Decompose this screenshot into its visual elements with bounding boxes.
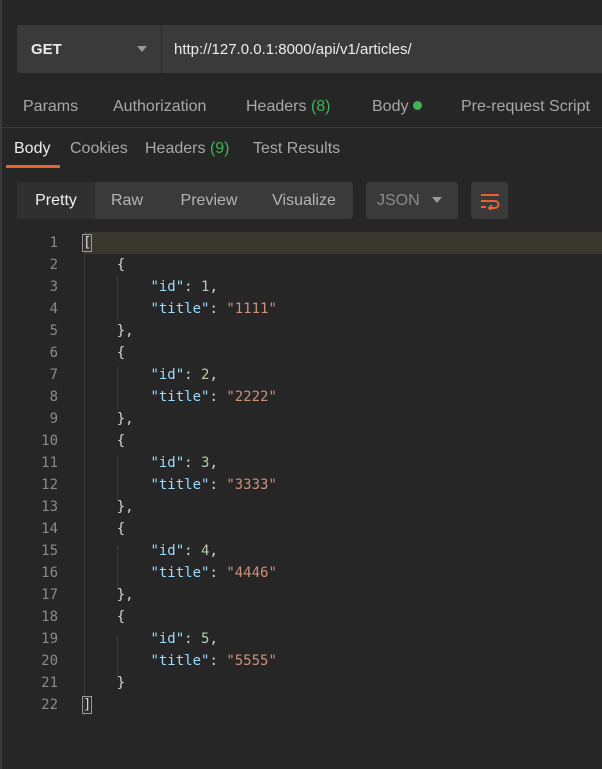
method-label: GET <box>31 40 62 58</box>
green-dot-icon <box>413 101 423 110</box>
close-bracket: ] <box>81 696 93 714</box>
json-value-title: "4446" <box>226 565 277 581</box>
code-line: 1[ <box>0 232 602 254</box>
line-number: 20 <box>41 653 58 669</box>
code-line: 10 { <box>0 430 602 452</box>
json-key: "id" <box>150 455 185 471</box>
line-number: 18 <box>41 609 58 625</box>
json-key: "title" <box>150 301 210 317</box>
json-value-title: "1111" <box>226 301 277 317</box>
tab-params[interactable]: Params <box>23 98 78 116</box>
json-key: "title" <box>150 477 210 493</box>
code-line: 17 }, <box>0 584 602 606</box>
code-line: 3 "id": 1, <box>0 276 602 298</box>
code-line: 11 "id": 3, <box>0 452 602 474</box>
format-label: JSON <box>377 191 420 209</box>
chevron-down-icon <box>432 197 442 203</box>
wrap-lines-icon <box>480 193 499 210</box>
line-number: 15 <box>41 543 58 559</box>
request-bar: GET <box>17 25 602 73</box>
raw-button[interactable]: Raw <box>111 182 143 219</box>
line-number: 5 <box>49 323 58 339</box>
tab-body[interactable]: Body <box>372 98 423 116</box>
code-line: 9 }, <box>0 408 602 430</box>
headers-count: (8) <box>310 98 331 115</box>
line-number: 1 <box>49 235 58 251</box>
request-tabs: Params Authorization Headers (8) Body Pr… <box>0 88 602 128</box>
code-line: 5 }, <box>0 320 602 342</box>
json-key: "id" <box>150 631 185 647</box>
line-number: 11 <box>41 455 58 471</box>
json-value-title: "5555" <box>226 653 277 669</box>
line-number: 13 <box>41 499 58 515</box>
code-line: 15 "id": 4, <box>0 540 602 562</box>
code-line: 20 "title": "5555" <box>0 650 602 672</box>
code-line: 22] <box>0 694 602 716</box>
tab-authorization[interactable]: Authorization <box>113 98 206 116</box>
line-number: 7 <box>49 367 58 383</box>
postman-window: GET Params Authorization Headers (8) Bod… <box>0 0 602 769</box>
preview-button[interactable]: Preview <box>180 182 238 219</box>
tab-headers-label: Headers <box>246 98 307 115</box>
line-number: 14 <box>41 521 58 537</box>
visualize-button[interactable]: Visualize <box>272 182 336 219</box>
code-line: 8 "title": "2222" <box>0 386 602 408</box>
json-key: "id" <box>150 543 185 559</box>
code-line: 21 } <box>0 672 602 694</box>
code-line: 7 "id": 2, <box>0 364 602 386</box>
view-mode-group: Pretty Raw Preview Visualize <box>17 182 353 219</box>
tab-test-results[interactable]: Test Results <box>253 140 340 158</box>
json-key: "id" <box>150 367 185 383</box>
tab-response-headers[interactable]: Headers (9) <box>145 140 230 158</box>
json-key: "title" <box>150 389 210 405</box>
format-select[interactable]: JSON <box>366 182 458 219</box>
tab-prerequest-script[interactable]: Pre-request Script <box>461 98 590 116</box>
line-number: 2 <box>49 257 58 273</box>
line-number: 6 <box>49 345 58 361</box>
line-number: 17 <box>41 587 58 603</box>
json-key: "title" <box>150 653 210 669</box>
line-number: 4 <box>49 301 58 317</box>
line-number: 22 <box>41 697 58 713</box>
line-number: 8 <box>49 389 58 405</box>
line-number: 10 <box>41 433 58 449</box>
json-key: "title" <box>150 565 210 581</box>
line-number: 16 <box>41 565 58 581</box>
response-body-editor[interactable]: 1[ 2 { 3 "id": 1, 4 "title": "1111" 5 },… <box>0 232 602 732</box>
code-line: 13 }, <box>0 496 602 518</box>
method-select[interactable]: GET <box>17 25 162 73</box>
code-line: 18 { <box>0 606 602 628</box>
code-line: 12 "title": "3333" <box>0 474 602 496</box>
code-line: 6 { <box>0 342 602 364</box>
wrap-lines-button[interactable] <box>471 182 508 219</box>
open-bracket: [ <box>81 234 93 252</box>
url-input[interactable] <box>162 25 602 73</box>
line-number: 3 <box>49 279 58 295</box>
code-line: 2 { <box>0 254 602 276</box>
line-number: 9 <box>49 411 58 427</box>
code-line: 4 "title": "1111" <box>0 298 602 320</box>
tab-headers[interactable]: Headers (8) <box>246 98 331 116</box>
line-number: 21 <box>41 675 58 691</box>
line-number: 12 <box>41 477 58 493</box>
code-line: 19 "id": 5, <box>0 628 602 650</box>
json-key: "id" <box>150 279 185 295</box>
active-tab-underline <box>6 165 60 168</box>
code-line: 14 { <box>0 518 602 540</box>
tab-response-headers-label: Headers <box>145 140 206 157</box>
chevron-down-icon <box>137 46 147 52</box>
tab-body-label: Body <box>372 98 409 115</box>
tab-cookies[interactable]: Cookies <box>70 140 128 158</box>
pretty-button[interactable]: Pretty <box>17 182 95 219</box>
json-value-title: "3333" <box>226 477 277 493</box>
response-headers-count: (9) <box>209 140 230 157</box>
response-tabs: Body Cookies Headers (9) Test Results <box>0 130 602 170</box>
line-number: 19 <box>41 631 58 647</box>
tab-response-body[interactable]: Body <box>14 140 50 158</box>
json-value-title: "2222" <box>226 389 277 405</box>
code-line: 16 "title": "4446" <box>0 562 602 584</box>
